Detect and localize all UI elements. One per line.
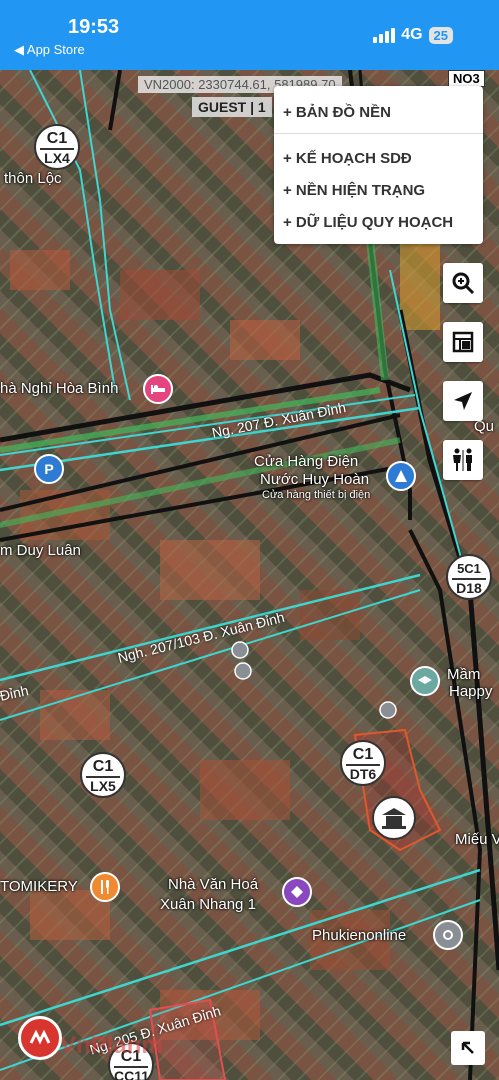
menu-item-land-use-plan[interactable]: + KẾ HOẠCH SDĐ [283,150,412,167]
vnplanm-logo-icon[interactable] [18,1016,62,1060]
collapse-arrow-icon[interactable] [451,1031,485,1065]
network-type: 4G [401,26,423,43]
place-label: Nhà Văn Hoá [168,876,259,893]
status-indicators: 4G 25 [373,26,453,44]
zone-code: LX4 [40,148,74,167]
zone-code: D18 [452,578,486,597]
status-bar: 19:53 ◀ App Store 4G 25 [0,0,499,70]
restroom-button[interactable] [443,440,483,480]
zone-code: LX5 [86,776,120,795]
status-time: 19:53 [68,16,120,38]
zone-badge-dt6[interactable]: C1 DT6 [340,740,386,786]
place-label: m Duy Luân [0,542,81,559]
restaurant-icon[interactable] [90,872,120,902]
zone-class: C1 [92,758,114,775]
locate-button[interactable] [443,381,483,421]
menu-divider [274,133,483,134]
zoom-search-button[interactable] [443,263,483,303]
watermark-text: VnPlanm [60,1032,163,1059]
place-label: Cửa Hàng Điện [254,453,359,470]
map-layer-icon [452,331,474,353]
zone-class: 5C1 [457,561,481,576]
zone-label-no3: NO3 [448,70,485,87]
signal-icon [373,27,396,43]
place-label: TOMIKERY [0,878,78,895]
temple-icon[interactable] [372,796,416,840]
restroom-icon [453,448,472,471]
zoom-search-icon [452,272,475,295]
electric-shop-icon[interactable] [386,461,416,491]
place-label: Cửa hàng thiết bị điện [262,489,371,501]
back-to-app-store-link[interactable]: ◀ App Store [14,42,85,58]
shop-icon[interactable] [433,920,463,950]
user-label[interactable]: GUEST | 1 [192,97,272,117]
place-label: Phukienonline [312,927,407,944]
hotel-bed-icon[interactable] [143,374,173,404]
zone-class: C1 [46,130,68,147]
parking-icon[interactable]: P [34,454,64,484]
place-label: thôn Lộc [4,170,62,187]
layer-menu: + BẢN ĐỒ NỀN + KẾ HOẠCH SDĐ + NỀN HIỆN T… [274,86,483,244]
place-label: Mầm [447,666,481,683]
place-label: Xuân Nhang 1 [160,896,256,913]
zone-code: CC11 [114,1066,149,1080]
school-icon[interactable] [410,666,440,696]
place-label: Happy [449,683,493,700]
locate-arrow-icon [454,392,472,410]
zone-badge-lx4[interactable]: C1 LX4 [34,124,80,170]
zone-badge-lx5[interactable]: C1 LX5 [80,752,126,798]
zone-code: DT6 [346,764,380,783]
zone-class: C1 [352,746,374,763]
menu-item-base-map[interactable]: + BẢN ĐỒ NỀN [283,104,391,121]
battery-icon: 25 [428,26,453,44]
zone-badge-d18[interactable]: 5C1 D18 [446,554,492,600]
menu-item-planning-data[interactable]: + DỮ LIỆU QUY HOẠCH [283,214,453,231]
culture-house-icon[interactable] [282,877,312,907]
menu-item-current-status[interactable]: + NỀN HIỆN TRẠNG [283,182,425,199]
place-label: Nước Huy Hoàn [260,471,370,488]
map-layer-button[interactable] [443,322,483,362]
place-label: Miếu Vẽ [455,831,499,848]
place-label: hà Nghỉ Hòa Bình [0,380,119,397]
